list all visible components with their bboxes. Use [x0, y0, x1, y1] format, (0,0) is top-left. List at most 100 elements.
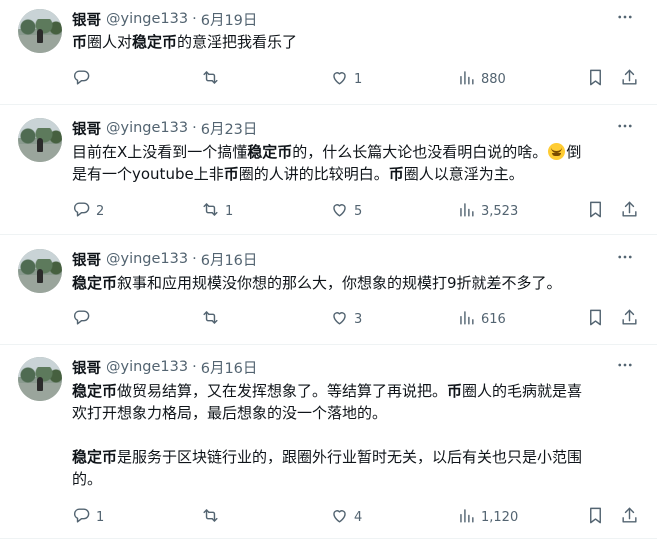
retweet-icon [201, 200, 220, 223]
avatar[interactable] [18, 357, 62, 401]
bold-keyword: 币 [223, 165, 239, 183]
like-count: 1 [354, 71, 363, 87]
post-date[interactable]: 6月16日 [201, 357, 258, 378]
retweet-icon [201, 506, 220, 529]
more-icon [616, 248, 634, 270]
retweet-button[interactable] [201, 309, 220, 329]
text-segment: 倒 [566, 143, 582, 161]
bold-keyword: 稳定币 [72, 274, 118, 292]
reply-icon [72, 506, 91, 529]
author-handle[interactable]: @yinge133 [106, 359, 188, 375]
author-handle[interactable]: @yinge133 [106, 11, 188, 27]
retweet-button[interactable]: 1 [201, 201, 233, 221]
like-button[interactable]: 4 [330, 507, 362, 527]
text-segment: 目前在X上没看到一个搞懂 [72, 143, 248, 161]
more-options-button[interactable] [615, 118, 635, 138]
share-icon [620, 506, 639, 529]
like-count: 5 [354, 203, 363, 219]
tweet-header: 银哥 @yinge133 · 6月16日 [72, 357, 257, 377]
text-segment: 欢打开想象力格局，最后想象的没一个落地的。 [72, 404, 388, 422]
share-button[interactable] [620, 507, 639, 527]
views-button[interactable]: 3,523 [457, 201, 518, 221]
tweet-item[interactable]: 银哥 @yinge133 · 6月16日 稳定币叙事和应用规模没你想的那么大，你想象的规… [0, 235, 657, 345]
avatar[interactable] [18, 118, 62, 162]
text-line: 币圈人对稳定币的意淫把我看乐了 [72, 31, 642, 53]
tweet-header: 银哥 @yinge133 · 6月19日 [72, 9, 257, 29]
text-line: 的。 [72, 468, 642, 490]
tweet-text: 目前在X上没看到一个搞懂稳定币的，什么长篇大论也没看明白说的啥。倒是有一个you… [72, 141, 642, 185]
author-name[interactable]: 银哥 [72, 9, 101, 30]
bookmark-icon [586, 308, 605, 331]
like-button[interactable]: 1 [330, 69, 362, 89]
like-button[interactable]: 3 [330, 309, 362, 329]
bold-keyword: 币 [447, 382, 463, 400]
bold-keyword: 币 [388, 165, 404, 183]
tweet-item[interactable]: 银哥 @yinge133 · 6月16日 稳定币做贸易结算，又在发挥想象了。等结算了再说… [0, 345, 657, 539]
retweet-button[interactable] [201, 507, 220, 527]
view-count: 3,523 [481, 203, 519, 219]
tweet-header: 银哥 @yinge133 · 6月16日 [72, 249, 257, 269]
more-icon [616, 356, 634, 378]
reply-icon [72, 308, 91, 331]
bookmark-icon [586, 200, 605, 223]
separator-dot: · [192, 11, 197, 27]
text-segment: 圈的人讲的比较明白。 [238, 165, 389, 183]
bold-keyword: 稳定币 [132, 33, 178, 51]
tweet-text: 币圈人对稳定币的意淫把我看乐了 [72, 31, 642, 53]
views-icon [457, 308, 476, 331]
more-icon [616, 8, 634, 30]
like-icon [330, 68, 349, 91]
text-segment: 是有一个youtube上非 [72, 165, 224, 183]
action-bar: 2 1 5 3,523 [72, 201, 642, 221]
more-icon [616, 117, 634, 139]
text-segment: 做贸易结算，又在发挥想象了。等结算了再说把。 [117, 382, 448, 400]
views-icon [457, 506, 476, 529]
separator-dot: · [192, 251, 197, 267]
reply-button[interactable] [72, 69, 91, 89]
action-bar: 1 4 1,120 [72, 507, 642, 527]
tweet-text: 稳定币叙事和应用规模没你想的那么大，你想象的规模打9折就差不多了。 [72, 272, 642, 294]
reply-icon [72, 200, 91, 223]
more-options-button[interactable] [615, 249, 635, 269]
tweet-item[interactable]: 银哥 @yinge133 · 6月19日 币圈人对稳定币的意淫把我看乐了 1 880 [0, 0, 657, 105]
retweet-button[interactable] [201, 69, 220, 89]
avatar[interactable] [18, 249, 62, 293]
author-handle[interactable]: @yinge133 [106, 251, 188, 267]
author-name[interactable]: 银哥 [72, 118, 101, 139]
avatar[interactable] [18, 9, 62, 53]
share-button[interactable] [620, 201, 639, 221]
post-date[interactable]: 6月16日 [201, 249, 258, 270]
bookmark-button[interactable] [586, 201, 605, 221]
reply-button[interactable]: 1 [72, 507, 104, 527]
author-name[interactable]: 银哥 [72, 249, 101, 270]
author-handle[interactable]: @yinge133 [106, 120, 188, 136]
text-segment: 是服务于区块链行业的，跟圈外行业暂时无关，以后有关也只是小范围 [117, 448, 583, 466]
like-icon [330, 506, 349, 529]
bookmark-button[interactable] [586, 309, 605, 329]
reply-button[interactable] [72, 309, 91, 329]
bookmark-icon [586, 506, 605, 529]
views-button[interactable]: 880 [457, 69, 506, 89]
post-date[interactable]: 6月23日 [201, 118, 258, 139]
more-options-button[interactable] [615, 357, 635, 377]
bookmark-button[interactable] [586, 69, 605, 89]
views-button[interactable]: 616 [457, 309, 506, 329]
bold-keyword: 币 [72, 33, 88, 51]
bookmark-button[interactable] [586, 507, 605, 527]
separator-dot: · [192, 120, 197, 136]
separator-dot: · [192, 359, 197, 375]
views-button[interactable]: 1,120 [457, 507, 518, 527]
share-button[interactable] [620, 69, 639, 89]
text-segment: 的意淫把我看乐了 [177, 33, 298, 51]
tweet-item[interactable]: 银哥 @yinge133 · 6月23日 目前在X上没看到一个搞懂稳定币的，什么长篇大论… [0, 105, 657, 235]
share-button[interactable] [620, 309, 639, 329]
reply-button[interactable]: 2 [72, 201, 104, 221]
share-icon [620, 308, 639, 331]
post-date[interactable]: 6月19日 [201, 9, 258, 30]
like-button[interactable]: 5 [330, 201, 362, 221]
text-segment: 圈人的毛病就是喜 [462, 382, 583, 400]
more-options-button[interactable] [615, 9, 635, 29]
author-name[interactable]: 银哥 [72, 357, 101, 378]
text-line: 目前在X上没看到一个搞懂稳定币的，什么长篇大论也没看明白说的啥。倒 [72, 141, 642, 163]
